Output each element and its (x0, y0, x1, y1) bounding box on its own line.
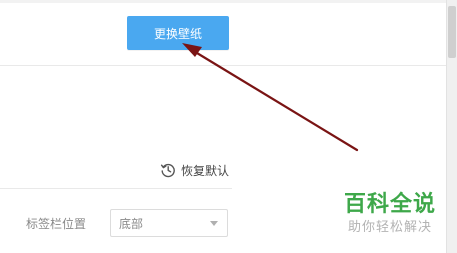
restore-default-label: 恢复默认 (181, 163, 230, 178)
watermark-subtitle: 助你轻松解决 (347, 220, 432, 235)
scrollbar-thumb[interactable] (448, 6, 456, 58)
watermark-title: 百科全说 (343, 192, 436, 217)
restore-default-button[interactable]: 恢复默认 (160, 161, 229, 179)
tab-bar-position-label: 标签栏位置 (26, 217, 87, 231)
settings-page: 更换壁纸 恢复默认 标签栏位置 底部 百科全说 助你轻松解决 (0, 0, 457, 253)
top-strip (0, 0, 457, 3)
section-divider (0, 65, 447, 66)
watermark-logo: 百科全说 助你轻松解决 (333, 191, 447, 237)
vertical-scrollbar[interactable] (446, 0, 457, 253)
restore-clock-icon (160, 162, 176, 178)
change-wallpaper-button[interactable]: 更换壁纸 (127, 16, 229, 50)
tab-bar-position-select[interactable]: 底部 (110, 209, 228, 237)
chevron-down-icon (210, 221, 218, 226)
section-divider (0, 188, 232, 189)
tab-bar-position-value: 底部 (119, 216, 144, 231)
